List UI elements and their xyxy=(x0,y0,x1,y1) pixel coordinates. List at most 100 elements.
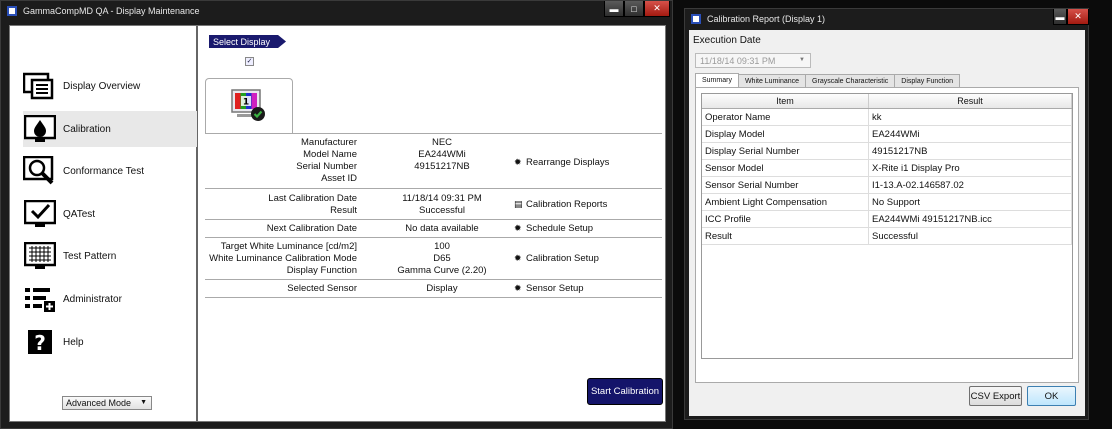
test-pattern-icon xyxy=(23,241,57,271)
maximize-button[interactable]: □ xyxy=(624,1,644,17)
sidebar-item-label: QATest xyxy=(63,208,96,220)
sidebar-item-label: Test Pattern xyxy=(63,250,117,262)
report-window-controls: ▬ ✕ xyxy=(1053,9,1089,25)
asset-label: Asset ID xyxy=(321,173,357,184)
csv-export-button[interactable]: CSV Export xyxy=(969,386,1022,406)
display-overview-icon xyxy=(23,71,57,101)
gear-icon: ✹ xyxy=(514,253,522,263)
cell-item: Sensor Serial Number xyxy=(702,177,869,193)
table-row[interactable]: Result Successful xyxy=(702,228,1072,245)
ok-button[interactable]: OK xyxy=(1027,386,1076,406)
display-tab-1[interactable]: 1 xyxy=(205,78,293,133)
sidebar-item-calibration[interactable]: Calibration xyxy=(23,111,197,147)
main-titlebar[interactable]: GammaCompMD QA - Display Maintenance xyxy=(1,1,672,21)
target-white-luminance-label: Target White Luminance [cd/m2] xyxy=(220,241,357,252)
start-calibration-button[interactable]: Start Calibration xyxy=(587,378,663,405)
tab-display-function[interactable]: Display Function xyxy=(894,74,961,87)
last-calibration-date-label: Last Calibration Date xyxy=(268,193,357,204)
divider xyxy=(205,297,662,298)
result-value: Successful xyxy=(419,205,465,216)
cell-result: No Support xyxy=(869,194,1072,210)
divider xyxy=(205,279,662,280)
manufacturer-label: Manufacturer xyxy=(301,137,357,148)
monitor-icon: 1 xyxy=(231,89,265,121)
schedule-setup-label: Schedule Setup xyxy=(526,223,594,234)
minimize-button[interactable]: ▬ xyxy=(604,1,624,17)
column-header-item[interactable]: Item xyxy=(702,94,869,108)
report-window-title: Calibration Report (Display 1) xyxy=(707,14,826,24)
mode-select-value: Advanced Mode xyxy=(66,398,132,408)
display-select-checkbox[interactable]: ✓ xyxy=(245,57,254,66)
table-row[interactable]: Display Model EA244WMi xyxy=(702,126,1072,143)
qatest-icon xyxy=(23,199,57,229)
app-icon xyxy=(691,14,701,24)
chevron-down-icon: ▼ xyxy=(140,399,147,406)
display-function-value: Gamma Curve (2.20) xyxy=(397,265,487,276)
schedule-setup-link[interactable]: ✹ Schedule Setup xyxy=(514,223,593,234)
summary-table: Item Result Operator Name kk Display Mod… xyxy=(701,93,1073,359)
divider xyxy=(205,133,662,134)
mode-select[interactable]: Advanced Mode ▼ xyxy=(62,396,152,410)
table-row[interactable]: Sensor Serial Number I1-13.A-02.146587.0… xyxy=(702,177,1072,194)
table-row[interactable]: Ambient Light Compensation No Support xyxy=(702,194,1072,211)
gear-icon: ✹ xyxy=(514,157,522,167)
tab-white-luminance[interactable]: White Luminance xyxy=(737,74,807,87)
chevron-down-icon: ▼ xyxy=(799,57,805,63)
tab-summary[interactable]: Summary xyxy=(695,73,739,87)
sidebar-item-administrator[interactable]: Administrator xyxy=(23,281,197,317)
cell-result: EA244WMi 49151217NB.icc xyxy=(869,211,1072,227)
administrator-icon xyxy=(23,284,57,314)
cell-item: Result xyxy=(702,228,869,244)
cell-item: Ambient Light Compensation xyxy=(702,194,869,210)
main-window-controls: ▬ □ ✕ xyxy=(604,1,670,17)
execution-date-select[interactable]: 11/18/14 09:31 PM ▼ xyxy=(695,53,811,68)
table-header: Item Result xyxy=(702,94,1072,109)
sidebar-item-label: Conformance Test xyxy=(63,165,144,177)
rearrange-displays-link[interactable]: ✹ Rearrange Displays xyxy=(514,157,609,168)
serial-label: Serial Number xyxy=(296,161,357,172)
sensor-setup-label: Sensor Setup xyxy=(526,283,584,294)
cell-result: EA244WMi xyxy=(869,126,1072,142)
column-header-result[interactable]: Result xyxy=(869,94,1072,108)
sidebar-item-display-overview[interactable]: Display Overview xyxy=(23,68,197,104)
model-label: Model Name xyxy=(303,149,357,160)
sensor-setup-link[interactable]: ✹ Sensor Setup xyxy=(514,283,584,294)
display-number: 1 xyxy=(243,98,249,108)
calibration-reports-link[interactable]: ▤ Calibration Reports xyxy=(514,199,607,210)
sidebar: Display Overview Calibration Conformance… xyxy=(10,26,198,421)
cell-item: ICC Profile xyxy=(702,211,869,227)
calibration-panel: Select Display ✓ 1 Manufacturer NEC Mode… xyxy=(200,26,665,421)
close-button[interactable]: ✕ xyxy=(1067,9,1089,25)
report-titlebar[interactable]: Calibration Report (Display 1) xyxy=(685,9,1088,29)
selected-sensor-value: Display xyxy=(426,283,458,294)
divider xyxy=(205,219,662,220)
cell-result: X-Rite i1 Display Pro xyxy=(869,160,1072,176)
model-value: EA244WMi xyxy=(418,149,466,160)
sidebar-item-help[interactable]: ? Help xyxy=(23,324,197,360)
sidebar-item-test-pattern[interactable]: Test Pattern xyxy=(23,238,197,274)
svg-text:?: ? xyxy=(34,331,46,355)
cell-item: Sensor Model xyxy=(702,160,869,176)
calibration-setup-label: Calibration Setup xyxy=(526,253,599,264)
sidebar-item-conformance-test[interactable]: Conformance Test xyxy=(23,153,197,189)
cell-result: Successful xyxy=(869,228,1072,244)
tab-grayscale-characteristic[interactable]: Grayscale Characteristic xyxy=(805,74,896,87)
result-label: Result xyxy=(330,205,357,216)
next-calibration-date-value: No data available xyxy=(405,223,479,234)
close-button[interactable]: ✕ xyxy=(644,1,670,17)
manufacturer-value: NEC xyxy=(431,137,453,148)
table-row[interactable]: ICC Profile EA244WMi 49151217NB.icc xyxy=(702,211,1072,228)
sidebar-item-label: Help xyxy=(63,336,84,348)
sidebar-item-qatest[interactable]: QATest xyxy=(23,196,197,232)
cell-item: Operator Name xyxy=(702,109,869,125)
table-row[interactable]: Display Serial Number 49151217NB xyxy=(702,143,1072,160)
execution-date-value: 11/18/14 09:31 PM xyxy=(700,55,776,66)
calibration-setup-link[interactable]: ✹ Calibration Setup xyxy=(514,253,599,264)
table-row[interactable]: Operator Name kk xyxy=(702,109,1072,126)
minimize-button[interactable]: ▬ xyxy=(1053,9,1067,25)
last-calibration-date-value: 11/18/14 09:31 PM xyxy=(402,193,482,204)
table-row[interactable]: Sensor Model X-Rite i1 Display Pro xyxy=(702,160,1072,177)
cell-item: Display Model xyxy=(702,126,869,142)
divider xyxy=(205,237,662,238)
next-calibration-date-label: Next Calibration Date xyxy=(266,223,357,234)
